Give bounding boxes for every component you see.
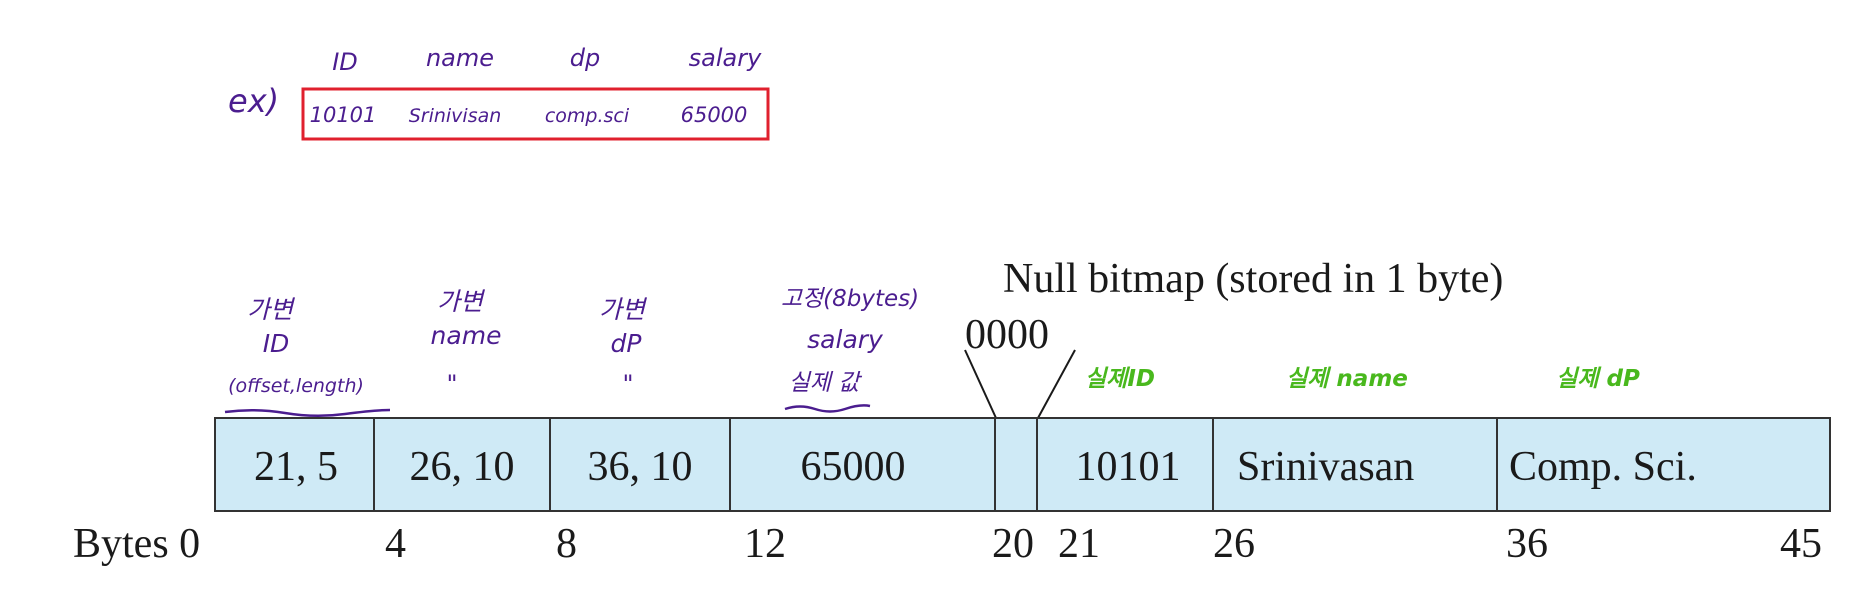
null-bitmap-pointer-right — [1037, 349, 1076, 419]
record-cell-null-bitmap — [994, 417, 1038, 512]
null-bitmap-pointer-left — [964, 349, 997, 419]
annot-actual-name: 실제 name — [1286, 366, 1408, 392]
annot-dp-line3: " — [622, 370, 633, 398]
annot-salary-line1: 고정(8bytes) — [781, 286, 919, 312]
example-header-dp: dp — [570, 44, 600, 72]
annot-actual-dp: 실제 dP — [1556, 366, 1640, 392]
record-text-dp-value: Comp. Sci. — [1509, 444, 1697, 490]
byte-offset-45: 45 — [1780, 521, 1822, 567]
annot-salary-line2: salary — [807, 325, 884, 354]
annotations: 가변 ID (offset,length) 가변 name " 가변 dP " … — [224, 286, 1640, 417]
annot-id-line3: (offset,length) — [228, 375, 364, 397]
example-header-id: ID — [332, 48, 358, 76]
example-header-salary: salary — [689, 44, 762, 72]
record-text-id-value: 10101 — [1076, 444, 1181, 490]
null-bitmap-label: Null bitmap (stored in 1 byte) — [1003, 256, 1503, 302]
byte-offset-20: 20 — [992, 521, 1034, 567]
annot-salary-line3: 실제 값 — [789, 370, 863, 396]
null-bitmap: Null bitmap (stored in 1 byte) 0000 — [964, 256, 1503, 419]
byte-offset-4: 4 — [385, 521, 406, 567]
example-section: ex) ID name dp salary 10101 Srinivisan c… — [228, 44, 770, 141]
annot-actual-id: 실제ID — [1085, 366, 1155, 392]
record-text-name-value: Srinivasan — [1237, 444, 1414, 490]
byte-offset-12: 12 — [744, 521, 786, 567]
example-value-id: 10101 — [310, 103, 377, 127]
byte-offsets: Bytes 0 4 8 12 20 21 26 36 45 — [73, 521, 1822, 567]
annot-dp-line1: 가변 — [599, 295, 648, 324]
annot-id-line2: ID — [263, 329, 290, 358]
example-header-name: name — [426, 44, 494, 72]
example-value-name: Srinivisan — [409, 105, 502, 127]
annot-salary-underline — [784, 404, 871, 413]
byte-offset-36: 36 — [1506, 521, 1548, 567]
example-value-salary: 65000 — [681, 103, 748, 127]
byte-offset-26: 26 — [1213, 521, 1255, 567]
byte-offset-8: 8 — [556, 521, 577, 567]
example-value-dp: comp.sci — [545, 105, 630, 127]
bytes-label: Bytes 0 — [73, 521, 200, 567]
annot-dp-line2: dP — [611, 329, 643, 358]
byte-offset-21: 21 — [1058, 521, 1100, 567]
record: 21, 5 26, 10 36, 10 65000 10101 Srinivas… — [214, 417, 1831, 512]
record-text-name-ptr: 26, 10 — [410, 444, 515, 490]
null-bitmap-value: 0000 — [965, 312, 1049, 358]
record-text-salary: 65000 — [801, 444, 906, 490]
example-prefix: ex) — [228, 82, 279, 120]
record-layout-diagram: ex) ID name dp salary 10101 Srinivisan c… — [73, 44, 1831, 567]
record-text-id-ptr: 21, 5 — [254, 444, 338, 490]
annot-id-underline — [224, 408, 391, 417]
annot-name-line1: 가변 — [437, 287, 486, 316]
annot-name-line2: name — [431, 321, 502, 350]
annot-name-line3: " — [446, 370, 457, 398]
annot-id-line1: 가변 — [247, 295, 296, 324]
record-text-dp-ptr: 36, 10 — [588, 444, 693, 490]
